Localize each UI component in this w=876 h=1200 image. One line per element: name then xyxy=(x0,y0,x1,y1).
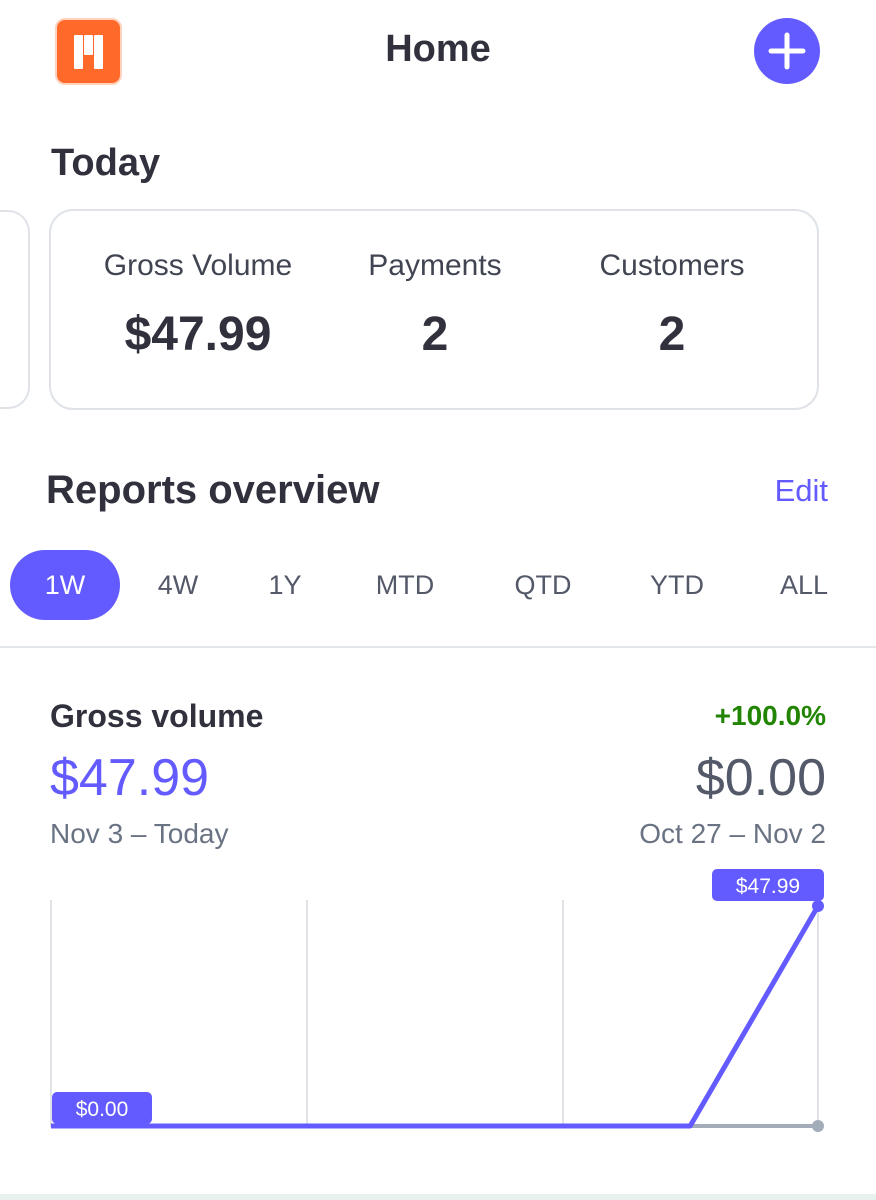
stat-payments: Payments 2 xyxy=(315,249,555,362)
reports-overview-heading: Reports overview xyxy=(46,468,380,512)
tab-mtd[interactable]: MTD xyxy=(360,550,450,620)
previous-card[interactable] xyxy=(0,210,30,409)
plus-icon xyxy=(768,32,806,70)
edit-button[interactable]: Edit xyxy=(775,473,828,509)
start-value-label: $0.00 xyxy=(76,1098,129,1121)
tab-qtd[interactable]: QTD xyxy=(498,550,588,620)
previous-gross-volume: $0.00 xyxy=(695,749,826,807)
add-button[interactable] xyxy=(754,18,820,84)
tab-all[interactable]: ALL xyxy=(768,550,840,620)
current-period-line xyxy=(51,904,821,1129)
current-gross-volume: $47.99 xyxy=(50,749,210,807)
end-value-label: $47.99 xyxy=(736,875,800,898)
stat-gross-volume: Gross Volume $47.99 xyxy=(78,249,318,362)
current-date-range: Nov 3 – Today xyxy=(50,818,229,849)
change-percent: +100.0% xyxy=(714,700,826,731)
period-tabs: 1W 4W 1Y MTD QTD YTD ALL xyxy=(0,550,876,620)
stat-customers: Customers 2 xyxy=(552,249,792,362)
page-title: Home xyxy=(385,28,491,70)
bottom-edge xyxy=(0,1194,876,1200)
previous-date-range: Oct 27 – Nov 2 xyxy=(639,818,826,849)
previous-end-point xyxy=(812,1120,824,1132)
current-end-point xyxy=(812,900,824,912)
stat-label: Gross Volume xyxy=(103,249,293,282)
stat-value: 2 xyxy=(658,308,686,361)
tab-1y[interactable]: 1Y xyxy=(250,550,320,620)
gross-volume-chart[interactable]: $0.00 $47.99 xyxy=(0,860,876,1150)
tab-1w[interactable]: 1W xyxy=(10,550,120,620)
stat-label: Payments xyxy=(368,249,502,282)
tab-ytd[interactable]: YTD xyxy=(632,550,722,620)
gross-volume-label: Gross volume xyxy=(50,698,264,734)
stat-value: $47.99 xyxy=(124,308,272,361)
today-stats-card[interactable]: Gross Volume $47.99 Payments 2 Customers… xyxy=(49,209,819,410)
divider xyxy=(0,646,876,648)
stat-value: 2 xyxy=(421,308,449,361)
today-heading: Today xyxy=(51,142,161,184)
tab-4w[interactable]: 4W xyxy=(140,550,216,620)
stat-label: Customers xyxy=(599,249,745,282)
